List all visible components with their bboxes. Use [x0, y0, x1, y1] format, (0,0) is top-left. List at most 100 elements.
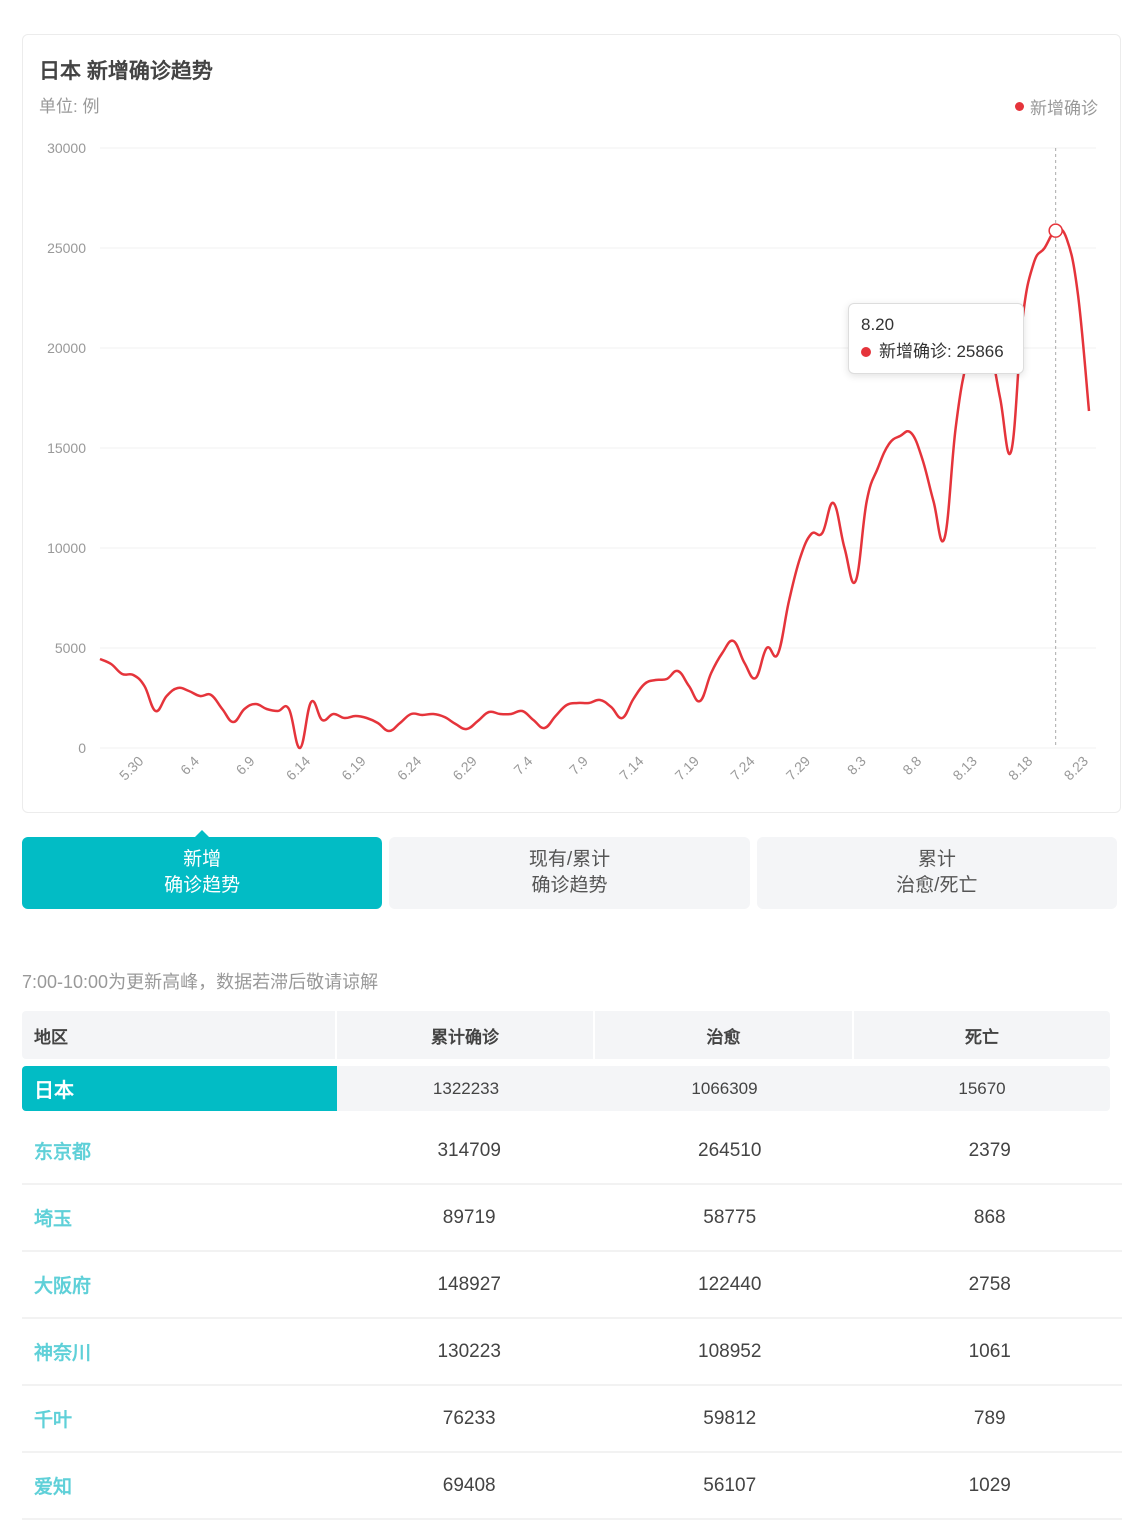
y-tick-label: 5000: [55, 640, 86, 656]
cell-dead: 2758: [968, 1273, 1011, 1295]
data-point: [365, 716, 369, 720]
data-point: [854, 579, 858, 583]
data-point: [342, 716, 346, 720]
cell-confirmed: 148927: [437, 1273, 501, 1295]
x-tick-label: 6.4: [177, 753, 202, 778]
cell-confirmed: 89719: [442, 1206, 496, 1228]
table-header: 地区 累计确诊 治愈 死亡: [22, 1011, 1122, 1059]
cell-cured: 264510: [698, 1139, 762, 1161]
data-point: [187, 689, 191, 693]
total-row: 日本 1322233 1066309 15670: [22, 1066, 1122, 1111]
data-point: [276, 709, 280, 713]
data-point: [331, 712, 335, 716]
x-tick-label: 8.3: [844, 753, 869, 778]
tab-label-line2: 确诊趋势: [164, 875, 241, 896]
data-point: [1065, 237, 1069, 241]
data-point: [242, 707, 246, 711]
data-point: [442, 715, 446, 719]
data-point: [765, 646, 769, 650]
table-row: 爱知 69408 56107 1029: [22, 1453, 1122, 1520]
data-point: [698, 699, 702, 703]
table-row: 东京都 314709 264510 2379: [22, 1118, 1122, 1185]
data-point: [643, 682, 647, 686]
data-point: [743, 661, 747, 665]
data-point: [176, 686, 180, 690]
cell-dead: 2379: [968, 1139, 1011, 1161]
header-cured: 治愈: [595, 1011, 854, 1059]
x-tick-label: 5.30: [116, 753, 147, 784]
region-link[interactable]: 大阪府: [22, 1252, 336, 1317]
cell-cured: 108952: [698, 1340, 762, 1362]
data-point: [787, 599, 791, 603]
data-point: [565, 703, 569, 707]
chart-card: 日本 新增确诊趋势 单位: 例 新增确诊 0 5000 10000 15000 2000…: [22, 34, 1121, 813]
data-point: [465, 727, 469, 731]
x-tick-label: 6.9: [233, 753, 258, 778]
chart-tooltip: 8.20 新增确诊: 25866: [848, 303, 1024, 374]
region-link[interactable]: 埼玉: [22, 1185, 336, 1250]
line-chart[interactable]: 0 5000 10000 15000 20000 25000 30000 5.30 6.4 6.9…: [23, 35, 1122, 814]
data-point: [131, 673, 135, 677]
data-point: [654, 678, 658, 682]
data-point: [98, 657, 102, 661]
region-link[interactable]: 东京都: [22, 1118, 336, 1183]
region-link[interactable]: 神奈川: [22, 1319, 336, 1384]
y-tick-label: 15000: [47, 440, 86, 456]
tooltip-date: 8.20: [861, 315, 895, 334]
x-tick-label: 6.29: [449, 753, 480, 784]
table-row: 千叶 76233 59812 789: [22, 1386, 1122, 1453]
data-point: [754, 676, 758, 680]
data-point: [920, 457, 924, 461]
y-tick-label: 20000: [47, 340, 86, 356]
x-tick-label: 7.19: [672, 753, 703, 784]
tab-cured-dead[interactable]: 累计 治愈/死亡: [756, 837, 1117, 909]
tab-label-line2: 确诊趋势: [531, 875, 608, 896]
data-point: [1087, 409, 1091, 413]
data-point: [142, 684, 146, 688]
data-point: [409, 712, 413, 716]
data-point: [887, 442, 891, 446]
tooltip-value: 新增确诊: 25866: [879, 342, 1004, 361]
data-point: [931, 499, 935, 503]
data-point: [620, 716, 624, 720]
cell-dead: 1061: [968, 1340, 1011, 1362]
total-confirmed: 1322233: [337, 1066, 595, 1111]
data-point: [576, 701, 580, 705]
data-point: [809, 532, 813, 536]
data-point: [254, 702, 258, 706]
data-point: [520, 709, 524, 713]
x-tick-label: 8.18: [1005, 753, 1036, 784]
x-tick-label: 8.23: [1061, 753, 1092, 784]
data-point: [431, 712, 435, 716]
data-point: [542, 726, 546, 730]
tab-new-confirmed[interactable]: 新增 确诊趋势: [22, 830, 383, 909]
data-point: [209, 693, 213, 697]
data-point: [798, 556, 802, 560]
data-point: [676, 669, 680, 673]
data-point: [476, 719, 480, 723]
cell-cured: 58775: [703, 1206, 757, 1228]
region-link[interactable]: 千叶: [22, 1386, 336, 1451]
cell-confirmed: 314709: [437, 1139, 501, 1161]
header-dead: 死亡: [854, 1011, 1110, 1059]
table-row: 大阪府 148927 122440 2758: [22, 1252, 1122, 1319]
chart-tabs: 新增 确诊趋势 现有/累计 确诊趋势 累计 治愈/死亡: [22, 830, 1117, 909]
tab-current-cumulative[interactable]: 现有/累计 确诊趋势: [389, 837, 750, 909]
data-point: [198, 694, 202, 698]
x-tick-label: 6.24: [394, 753, 425, 784]
data-point: [720, 651, 724, 655]
highlighted-data-point: [1048, 223, 1063, 238]
data-point: [387, 729, 391, 733]
cell-cured: 56107: [703, 1474, 757, 1496]
data-point: [165, 694, 169, 698]
data-point: [120, 672, 124, 676]
header-confirmed: 累计确诊: [337, 1011, 595, 1059]
data-point: [598, 698, 602, 702]
region-link[interactable]: 爱知: [22, 1453, 336, 1518]
data-point: [731, 639, 735, 643]
tab-label-line1: 现有/累计: [528, 849, 611, 870]
data-point: [587, 701, 591, 705]
data-point: [609, 705, 613, 709]
cell-confirmed: 130223: [437, 1340, 501, 1362]
y-tick-label: 25000: [47, 240, 86, 256]
